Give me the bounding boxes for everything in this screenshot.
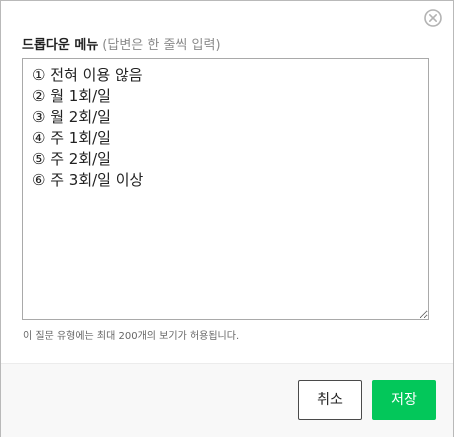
dialog-footer: 취소 저장 <box>1 363 453 437</box>
cancel-button[interactable]: 취소 <box>298 380 362 420</box>
close-icon[interactable] <box>424 9 442 27</box>
dialog-title-row: 드롭다운 메뉴 (답변은 한 줄씩 입력) <box>22 37 221 55</box>
options-textarea[interactable]: ① 전혀 이용 않음 ② 월 1회/일 ③ 월 2회/일 ④ 주 1회/일 ⑤ … <box>22 58 429 320</box>
dialog-title-hint: (답변은 한 줄씩 입력) <box>102 38 221 53</box>
dropdown-options-dialog: 드롭다운 메뉴 (답변은 한 줄씩 입력) ① 전혀 이용 않음 ② 월 1회/일… <box>0 0 454 437</box>
save-button[interactable]: 저장 <box>372 380 436 420</box>
dialog-title: 드롭다운 메뉴 <box>22 38 99 53</box>
options-limit-help-text: 이 질문 유형에는 최대 200개의 보기가 허용됩니다. <box>23 331 240 342</box>
